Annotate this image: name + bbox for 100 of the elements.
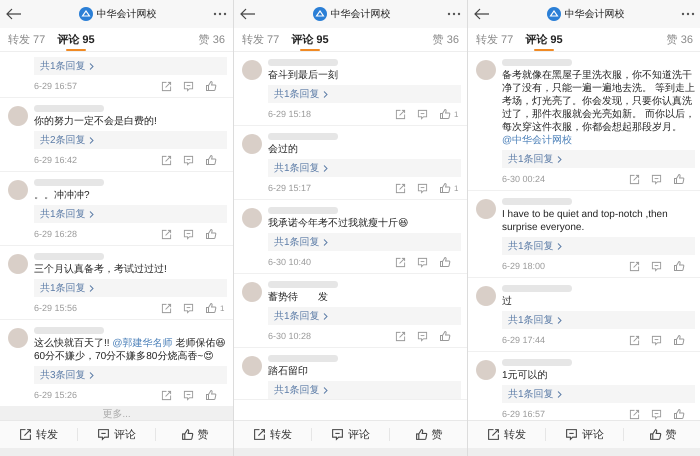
thumbs-up-icon[interactable] xyxy=(205,154,217,166)
share-icon[interactable] xyxy=(487,428,500,441)
comment-text: 1元可以的 xyxy=(502,369,549,382)
account-name: 中华会计网校 xyxy=(564,8,624,21)
tab[interactable]: 转发 77 xyxy=(242,28,280,52)
replies-link[interactable]: 共1条回复 xyxy=(268,307,461,325)
chevron-right-icon xyxy=(322,312,328,320)
avatar[interactable] xyxy=(242,60,262,80)
avatar[interactable] xyxy=(8,106,28,126)
tab[interactable]: 评论 95 xyxy=(525,28,563,52)
more-options-icon[interactable] xyxy=(681,12,695,16)
thumbs-up-icon[interactable] xyxy=(439,108,451,120)
like-button[interactable]: 赞 xyxy=(156,421,233,448)
thumbs-up-icon[interactable] xyxy=(205,80,217,92)
tab[interactable]: 评论 95 xyxy=(57,28,95,52)
avatar[interactable] xyxy=(476,199,496,219)
thumbs-up-icon[interactable] xyxy=(180,428,194,441)
replies-link[interactable]: 共1条回复 xyxy=(502,237,695,255)
chevron-right-icon xyxy=(556,316,562,324)
comment-icon[interactable] xyxy=(97,428,110,441)
tab[interactable]: 转发 77 xyxy=(8,28,46,52)
more-options-icon[interactable] xyxy=(213,12,227,16)
replies-link[interactable]: 共2条回复 xyxy=(34,131,227,149)
more-options-icon[interactable] xyxy=(447,12,461,16)
mention-link[interactable]: @中华会计网校 xyxy=(502,135,572,146)
comment-button[interactable]: 评论 xyxy=(546,421,623,448)
like-button[interactable]: 赞 xyxy=(390,421,467,448)
avatar[interactable] xyxy=(242,282,262,302)
blurred-username xyxy=(268,207,338,214)
replies-link[interactable]: 共1条回复 xyxy=(502,311,695,329)
avatar[interactable] xyxy=(8,254,28,274)
tab[interactable]: 转发 77 xyxy=(476,28,514,52)
chevron-right-icon xyxy=(88,210,94,218)
thumbs-up-icon[interactable] xyxy=(648,428,662,441)
comment-text: 蓄势待 发 xyxy=(268,291,329,304)
tab[interactable]: 评论 95 xyxy=(291,28,329,52)
avatar[interactable] xyxy=(476,360,496,380)
avatar[interactable] xyxy=(8,328,28,348)
tab[interactable]: 赞 36 xyxy=(198,28,225,52)
replies-link[interactable]: 共1条回复 xyxy=(34,57,227,75)
thumbs-up-icon[interactable] xyxy=(439,330,451,342)
thumbs-up-icon[interactable] xyxy=(205,228,217,240)
thumbs-up-icon[interactable] xyxy=(205,302,217,314)
avatar[interactable] xyxy=(476,286,496,306)
repost-button[interactable]: 转发 xyxy=(234,421,311,448)
share-icon[interactable] xyxy=(253,428,266,441)
chevron-right-icon xyxy=(322,238,328,246)
comment-text: 我承诺今年考不过我就瘦十斤😆 xyxy=(268,217,410,230)
thumbs-up-icon[interactable] xyxy=(205,389,217,401)
blurred-username xyxy=(268,281,338,288)
replies-link[interactable]: 共1条回复 xyxy=(34,279,227,297)
avatar[interactable] xyxy=(242,208,262,228)
comment-button[interactable]: 评论 xyxy=(78,421,155,448)
more-link[interactable]: 更多... xyxy=(102,407,131,420)
replies-link[interactable]: 共1条回复 xyxy=(502,385,695,403)
share-icon[interactable] xyxy=(19,428,32,441)
comment-text: 奋斗到最后一刻 xyxy=(268,69,339,82)
replies-link[interactable]: 共1条回复 xyxy=(502,150,695,168)
comment-icon[interactable] xyxy=(565,428,578,441)
comment-text: 踏石留印 xyxy=(268,365,309,378)
comment-text: I have to be quiet and top-notch ,then surprise everyone. xyxy=(502,208,669,234)
replies-link[interactable]: 共1条回复 xyxy=(34,205,227,223)
avatar[interactable] xyxy=(476,60,496,80)
thumbs-up-icon[interactable] xyxy=(673,334,685,346)
replies-link[interactable]: 共1条回复 xyxy=(268,159,461,177)
thumbs-up-icon[interactable] xyxy=(414,428,428,441)
tab[interactable]: 赞 36 xyxy=(432,28,459,52)
replies-link[interactable]: 共1条回复 xyxy=(268,381,461,399)
back-arrow-icon[interactable] xyxy=(474,8,490,20)
chevron-right-icon xyxy=(556,242,562,250)
logo-icon xyxy=(546,7,560,21)
comment-text: 会过的 xyxy=(268,143,299,156)
comment-time: 6-29 17:44 xyxy=(502,335,546,345)
comment-text: 三个月认真备考，考试过过过! xyxy=(34,263,168,276)
blurred-username xyxy=(502,359,572,366)
back-arrow-icon[interactable] xyxy=(240,8,256,20)
comment-time: 6-30 10:40 xyxy=(268,257,312,267)
comment-icon[interactable] xyxy=(331,428,344,441)
comment-time: 6-29 16:28 xyxy=(34,229,78,239)
back-arrow-icon[interactable] xyxy=(6,8,22,20)
mention-link[interactable]: @郭建华名师 xyxy=(112,338,172,349)
thumbs-up-icon[interactable] xyxy=(673,173,685,185)
like-button[interactable]: 赞 xyxy=(624,421,700,448)
replies-link[interactable]: 共1条回复 xyxy=(268,85,461,103)
blurred-username xyxy=(34,179,104,186)
replies-link[interactable]: 共1条回复 xyxy=(268,233,461,251)
thumbs-up-icon[interactable] xyxy=(673,260,685,272)
thumbs-up-icon[interactable] xyxy=(673,408,685,420)
avatar[interactable] xyxy=(242,134,262,154)
repost-button[interactable]: 转发 xyxy=(0,421,77,448)
avatar[interactable] xyxy=(8,180,28,200)
thumbs-up-icon[interactable] xyxy=(439,256,451,268)
comment-button[interactable]: 评论 xyxy=(312,421,389,448)
repost-button[interactable]: 转发 xyxy=(468,421,545,448)
replies-link[interactable]: 共3条回复 xyxy=(34,366,227,384)
logo-icon xyxy=(78,7,92,21)
tab[interactable]: 赞 36 xyxy=(666,28,693,52)
avatar[interactable] xyxy=(242,356,262,376)
thumbs-up-icon[interactable] xyxy=(439,182,451,194)
chevron-right-icon xyxy=(322,164,328,172)
